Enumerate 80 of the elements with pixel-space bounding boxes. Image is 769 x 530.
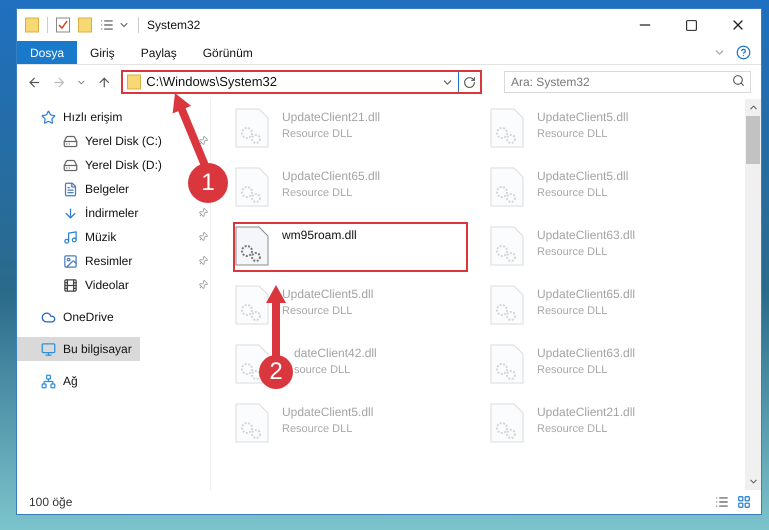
folder-icon (25, 17, 39, 33)
dll-file-icon (235, 108, 269, 148)
sidebar-item[interactable]: Videolar (17, 273, 137, 297)
sidebar-item[interactable]: OneDrive (17, 305, 122, 329)
film-icon (63, 278, 78, 292)
file-type: Resource DLL (282, 186, 354, 201)
folder-icon (127, 74, 142, 90)
file-type: Resource DLL (537, 304, 608, 319)
sidebar-item[interactable]: Belgeler (17, 177, 138, 201)
properties-icon[interactable] (56, 17, 70, 33)
file-name: UpdateClient5.dll (282, 286, 374, 303)
new-folder-icon (78, 17, 92, 33)
drive-icon (63, 134, 78, 148)
dll-file-icon (490, 108, 524, 148)
cloud-icon (41, 310, 56, 324)
ribbon-tab[interactable]: Giriş (77, 41, 128, 64)
ribbon-tab[interactable]: Görünüm (190, 41, 266, 64)
dll-file-icon (490, 226, 524, 266)
file-type: Resource DLL (537, 422, 608, 437)
document-icon (63, 182, 78, 196)
dll-file-icon (235, 285, 269, 325)
sidebar-item[interactable]: Yerel Disk (D:) (17, 153, 170, 177)
file-name: dateClient42.dll (294, 345, 377, 362)
scrollbar-thumb[interactable] (746, 116, 760, 164)
file-type: Resource DLL (537, 186, 608, 201)
file-type: Resource DLL (282, 127, 354, 142)
sidebar-item[interactable]: Resimler (17, 249, 140, 273)
ribbon-tab[interactable]: Paylaş (128, 41, 190, 64)
address-bar[interactable]: C:\Windows\System32 (121, 70, 482, 94)
sidebar-item[interactable]: Bu bilgisayar (17, 337, 140, 361)
file-name: UpdateClient63.dll (537, 345, 636, 362)
maximize-icon[interactable] (685, 18, 698, 32)
dll-file-icon (490, 344, 524, 384)
search-icon (732, 74, 745, 87)
scrollbar[interactable] (745, 99, 761, 490)
dll-file-icon (235, 226, 269, 266)
dll-file-icon (235, 167, 269, 207)
up-icon[interactable] (96, 74, 112, 90)
dll-file-icon (490, 167, 524, 207)
details-view-icon[interactable] (715, 495, 729, 509)
large-icons-view-icon[interactable] (737, 495, 751, 509)
file-type: Resource DLL (537, 245, 608, 260)
file-name: UpdateClient5.dll (537, 168, 628, 185)
download-icon (63, 206, 78, 220)
drive-icon (63, 158, 78, 172)
file-type: Resource DLL (282, 422, 354, 437)
help-icon[interactable] (736, 45, 751, 60)
sidebar-item[interactable]: Yerel Disk (C:) (17, 129, 170, 153)
monitor-icon (41, 342, 56, 356)
back-icon[interactable] (27, 74, 42, 90)
item-count: 100 öğe (29, 494, 74, 511)
file-name: UpdateClient21.dll (537, 404, 636, 421)
star-icon (41, 110, 56, 124)
music-note-icon (63, 230, 78, 244)
file-type: source DLL (294, 363, 352, 378)
file-name: UpdateClient5.dll (282, 404, 374, 421)
file-type: Resource DLL (282, 304, 354, 319)
selected-file-tile[interactable]: wm95roam.dll (233, 222, 468, 272)
refresh-icon[interactable] (463, 76, 476, 88)
sidebar-item[interactable]: İndirmeler (17, 201, 146, 225)
file-name: UpdateClient65.dll (282, 168, 380, 185)
window-title: System32 (147, 17, 200, 34)
dll-file-icon (235, 403, 269, 443)
file-name: UpdateClient5.dll (537, 109, 628, 126)
ribbon-tab[interactable]: Dosya (17, 41, 78, 64)
dll-file-icon (490, 285, 524, 325)
file-type: Resource DLL (537, 127, 608, 142)
file-name: UpdateClient21.dll (282, 109, 380, 126)
search-field[interactable]: Ara: System32 (504, 71, 751, 93)
dll-file-icon (490, 403, 524, 443)
sidebar-item[interactable]: Hızlı erişim (17, 105, 130, 129)
file-type: Resource DLL (537, 363, 608, 378)
network-icon (41, 374, 56, 388)
file-name: wm95roam.dll (282, 227, 357, 244)
sidebar-item[interactable]: Müzik (17, 225, 124, 249)
file-name: UpdateClient63.dll (537, 227, 636, 244)
picture-icon (63, 254, 78, 268)
sidebar-item[interactable]: Ağ (17, 369, 86, 393)
file-name: UpdateClient65.dll (537, 286, 636, 303)
customize-icon[interactable] (100, 18, 114, 32)
